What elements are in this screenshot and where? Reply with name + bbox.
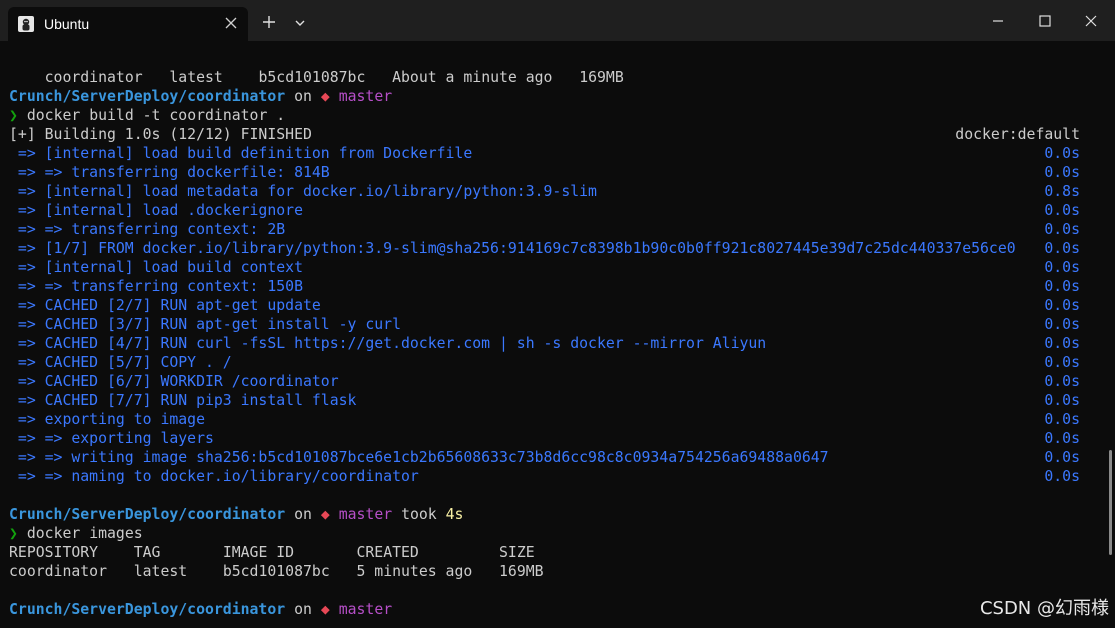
build-log-line: => CACHED [5/7] COPY . /0.0s — [9, 354, 1080, 371]
build-log-line: => [internal] load build definition from… — [9, 145, 1080, 162]
plus-icon[interactable] — [262, 15, 276, 29]
build-log-line: => [1/7] FROM docker.io/library/python:3… — [9, 240, 1080, 257]
git-branch-icon: ◆ — [320, 88, 330, 105]
build-log-line: => => transferring context: 150B 0.0s — [9, 278, 1080, 295]
prompt-symbol: ❯ — [9, 525, 18, 542]
build-log-line: => CACHED [3/7] RUN apt-get install -y c… — [9, 316, 1080, 333]
build-header: [+] Building 1.0s (12/12) FINISHED docker… — [9, 126, 1080, 143]
build-log-line: => CACHED [2/7] RUN apt-get update 0.0s — [9, 297, 1080, 314]
build-log-line: => exporting to image 0.0s — [9, 411, 1080, 428]
maximize-icon[interactable] — [1038, 14, 1052, 28]
window-close-icon[interactable] — [1084, 14, 1098, 28]
chevron-down-icon[interactable] — [294, 18, 306, 28]
command-line: ❯ docker build -t coordinator . — [9, 107, 286, 124]
prompt-line: Crunch/ServerDeploy/coordinator on ◆ mas… — [9, 601, 393, 618]
git-branch-icon: ◆ — [320, 601, 330, 618]
build-log-line: => [internal] load .dockerignore 0.0s — [9, 202, 1080, 219]
prompt-line: Crunch/ServerDeploy/coordinator on ◆ mas… — [9, 506, 464, 523]
images-header: REPOSITORY TAG IMAGE ID CREATED SIZE — [9, 544, 535, 561]
terminal-output[interactable]: coordinator latest b5cd101087bc About a … — [9, 49, 1084, 624]
scrollbar[interactable] — [1109, 450, 1112, 555]
build-log-line: => CACHED [6/7] WORKDIR /coordinator 0.0s — [9, 373, 1080, 390]
minimize-icon[interactable] — [991, 14, 1005, 28]
build-log-line: => => transferring dockerfile: 814B 0.0s — [9, 164, 1080, 181]
images-row: coordinator latest b5cd101087bc 5 minute… — [9, 563, 544, 580]
close-icon[interactable] — [224, 16, 238, 30]
watermark: CSDN @幻雨様 — [979, 598, 1109, 619]
build-log-line: => => exporting layers 0.0s — [9, 430, 1080, 447]
build-log-line: => => writing image sha256:b5cd101087bce… — [9, 449, 1080, 466]
build-log-line: => => transferring context: 2B 0.0s — [9, 221, 1080, 238]
tab-title: Ubuntu — [44, 16, 90, 32]
build-log-line: => [internal] load metadata for docker.i… — [9, 183, 1080, 200]
build-log-line: => => naming to docker.io/library/coordi… — [9, 468, 1080, 485]
prompt-line: Crunch/ServerDeploy/coordinator on ◆ mas… — [9, 88, 393, 105]
tab-ubuntu[interactable]: Ubuntu — [8, 7, 248, 41]
build-log-line: => CACHED [7/7] RUN pip3 install flask 0.… — [9, 392, 1080, 409]
build-log-line: => [internal] load build context 0.0s — [9, 259, 1080, 276]
prompt-symbol: ❯ — [9, 107, 18, 124]
image-list-row: coordinator latest b5cd101087bc About a … — [44, 69, 624, 86]
git-branch-icon: ◆ — [320, 506, 330, 523]
command-line: ❯ docker images — [9, 525, 143, 542]
build-log-line: => CACHED [4/7] RUN curl -fsSL https://g… — [9, 335, 1080, 352]
linux-icon — [18, 16, 34, 32]
title-bar: Ubuntu — [0, 0, 1115, 41]
